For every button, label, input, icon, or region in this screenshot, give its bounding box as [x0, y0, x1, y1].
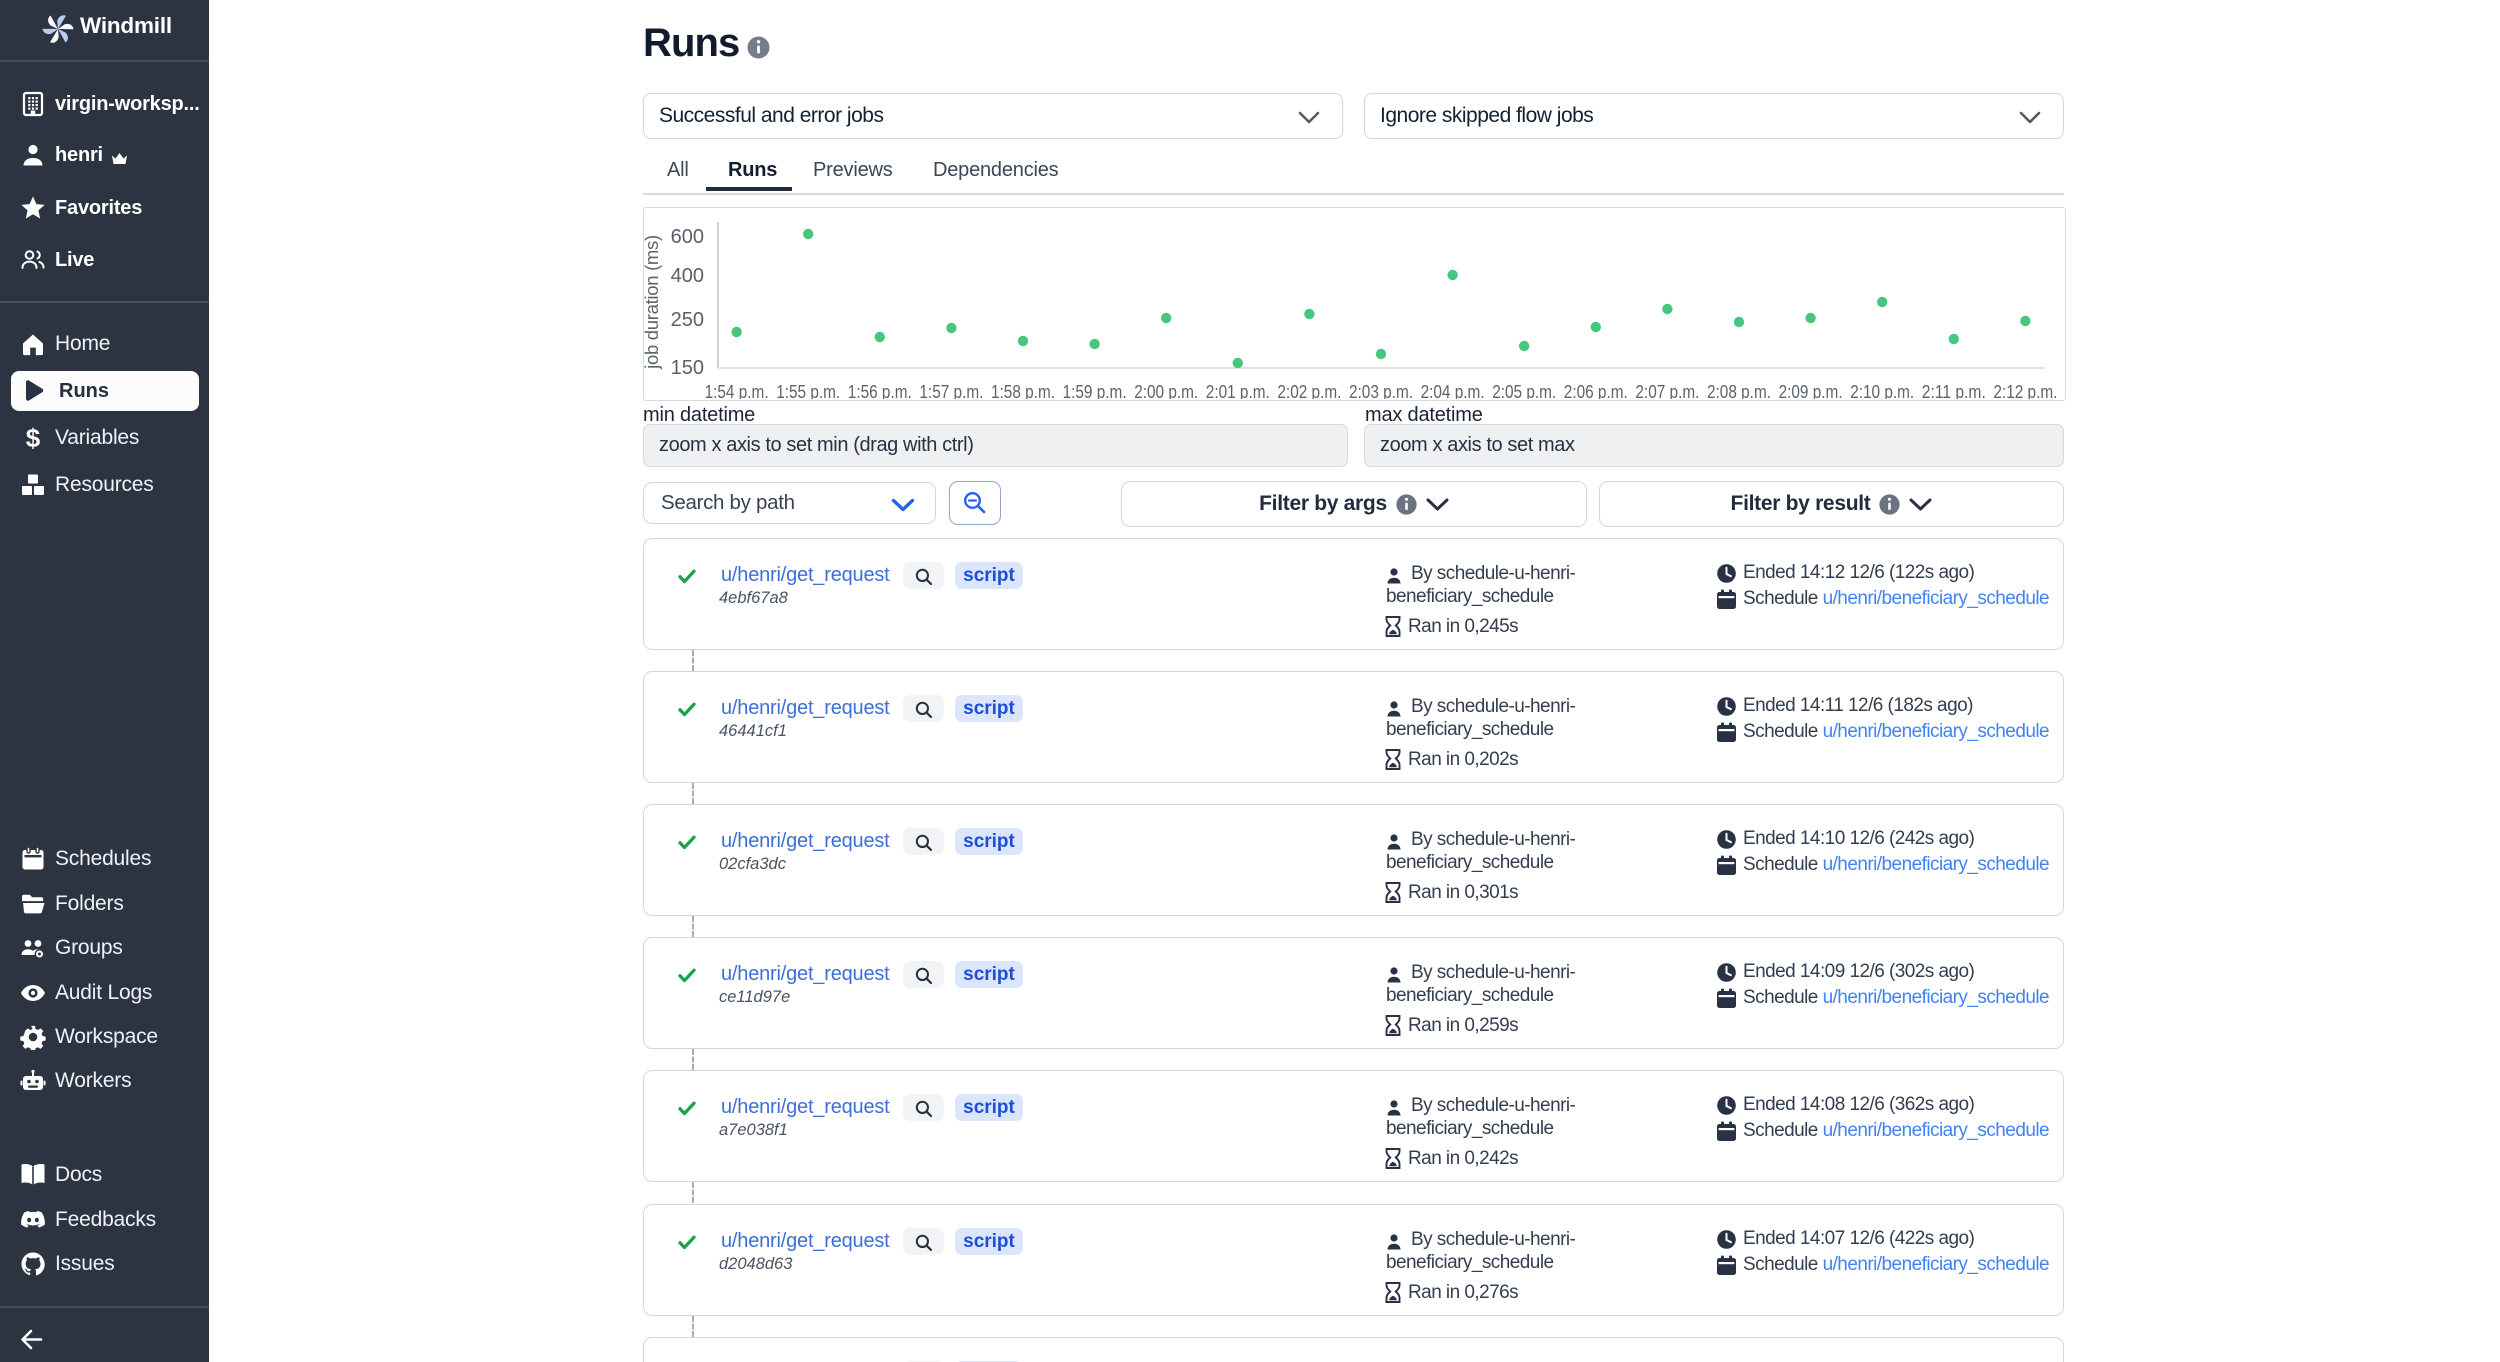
svg-text:2:06 p.m.: 2:06 p.m. [1564, 381, 1628, 399]
svg-text:600: 600 [671, 226, 704, 248]
svg-text:2:03 p.m.: 2:03 p.m. [1349, 381, 1413, 399]
svg-text:1:59 p.m.: 1:59 p.m. [1063, 381, 1127, 399]
svg-text:1:57 p.m.: 1:57 p.m. [919, 381, 983, 399]
svg-text:1:58 p.m.: 1:58 p.m. [991, 381, 1055, 399]
svg-text:1:56 p.m.: 1:56 p.m. [848, 381, 912, 399]
svg-text:1:55 p.m.: 1:55 p.m. [776, 381, 840, 399]
svg-text:2:05 p.m.: 2:05 p.m. [1492, 381, 1556, 399]
svg-text:400: 400 [671, 265, 704, 287]
svg-text:2:04 p.m.: 2:04 p.m. [1421, 381, 1485, 399]
svg-text:250: 250 [671, 309, 704, 331]
svg-text:2:00 p.m.: 2:00 p.m. [1134, 381, 1198, 399]
svg-text:2:10 p.m.: 2:10 p.m. [1850, 381, 1914, 399]
svg-text:1:54 p.m.: 1:54 p.m. [705, 381, 769, 399]
svg-text:150: 150 [671, 357, 704, 379]
svg-text:2:12 p.m.: 2:12 p.m. [1993, 381, 2057, 399]
svg-text:2:01 p.m.: 2:01 p.m. [1206, 381, 1270, 399]
svg-text:2:09 p.m.: 2:09 p.m. [1779, 381, 1843, 399]
svg-text:2:02 p.m.: 2:02 p.m. [1277, 381, 1341, 399]
svg-text:2:08 p.m.: 2:08 p.m. [1707, 381, 1771, 399]
svg-text:2:11 p.m.: 2:11 p.m. [1922, 381, 1986, 399]
svg-text:job duration (ms): job duration (ms) [644, 235, 662, 370]
svg-text:2:07 p.m.: 2:07 p.m. [1635, 381, 1699, 399]
